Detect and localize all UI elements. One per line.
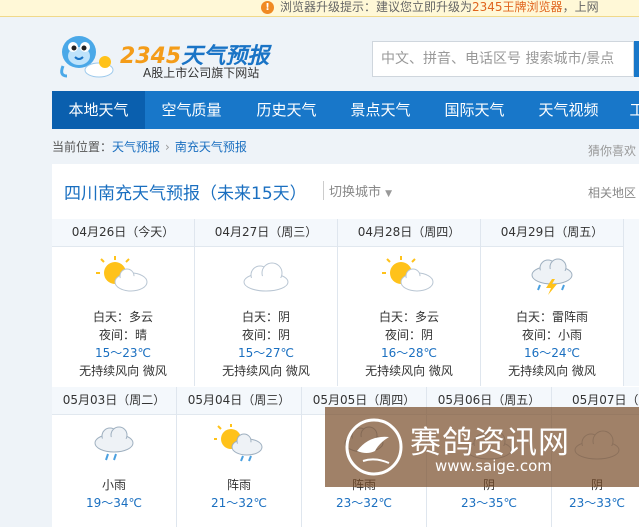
forecast-condition: 小雨	[101, 478, 126, 492]
main-nav: 本地天气 空气质量 历史天气 景点天气 国际天气 天气视频 工	[52, 91, 639, 129]
forecast-night-condition: 夜间：阴	[241, 328, 290, 342]
sun-cloud-icon	[96, 256, 148, 292]
tab-air-quality[interactable]: 空气质量	[145, 91, 238, 129]
forecast-night-condition: 夜间：晴	[98, 328, 147, 342]
page-title: 四川南充天气预报（未来15天）	[64, 184, 307, 204]
forecast-night-condition: 夜间：阴	[384, 328, 433, 342]
forecast-day-card[interactable]: 04月29日（周五） 白天：雷阵雨 夜间：小雨 16～24℃ 无持续风向 微风	[481, 219, 624, 386]
notice-text: 浏览器升级提示：建议您立即升级为2345王牌浏览器，上网	[280, 0, 599, 14]
forecast-date: 05月03日（周二）	[52, 387, 176, 415]
warning-icon: !	[261, 1, 274, 14]
forecast-day-card[interactable]: 05月04日（周三） 阵雨 21～32℃	[177, 387, 302, 527]
tab-weather-video[interactable]: 天气视频	[522, 91, 615, 129]
browser-upgrade-link[interactable]: 2345王牌浏览器	[472, 0, 563, 14]
breadcrumb: 当前位置：天气预报 › 南充天气预报	[52, 140, 247, 154]
recommend-label[interactable]: 猜你喜欢	[588, 142, 636, 159]
tab-scenic-weather[interactable]: 景点天气	[334, 91, 427, 129]
forecast-date: 04月28日（周四）	[338, 219, 480, 247]
forecast-day-card[interactable]: 04月27日（周三） 白天：阴 夜间：阴 15～27℃ 无持续风向 微风	[195, 219, 338, 386]
forecast-temp: 15～23℃	[94, 346, 152, 360]
browser-upgrade-notice: ! 浏览器升级提示：建议您立即升级为2345王牌浏览器，上网	[0, 0, 639, 17]
forecast-day-card[interactable]: 04月26日（今天） 白天：多云 夜间：晴 15～23℃ 无持续风向 微风	[52, 219, 195, 386]
forecast-wind: 无持续风向 微风	[222, 364, 310, 378]
forecast-date: 04月27日（周三）	[195, 219, 337, 247]
forecast-date: 04月29日（周五）	[481, 219, 623, 247]
switch-city-button[interactable]: 切换城市 ▼	[323, 181, 392, 200]
sun-rain-icon	[214, 424, 263, 462]
tab-more[interactable]: 工	[622, 91, 639, 129]
forecast-temp: 23～32℃	[335, 496, 393, 510]
forecast-day-card[interactable]: 04月28日（周四） 白天：多云 夜间：阴 16～28℃ 无持续风向 微风	[338, 219, 481, 386]
forecast-date: 04月26日（今天）	[52, 219, 194, 247]
forecast-day-condition: 白天：阴	[241, 310, 290, 324]
chevron-right-icon: ›	[165, 140, 170, 154]
forecast-temp: 23～35℃	[460, 496, 518, 510]
forecast-temp: 15～27℃	[237, 346, 295, 360]
city-search-input[interactable]: 中文、拼音、电话区号 搜索城市/景点	[372, 41, 634, 77]
forecast-wind: 无持续风向 微风	[508, 364, 596, 378]
forecast-wind: 无持续风向 微风	[365, 364, 453, 378]
forecast-day-condition: 白天：多云	[378, 310, 439, 324]
forecast-temp: 19～34℃	[85, 496, 143, 510]
sun-cloud-icon	[382, 256, 434, 292]
forecast-date: 05月04日（周三）	[177, 387, 301, 415]
tab-local-weather[interactable]: 本地天气	[52, 91, 145, 129]
forecast-day-condition: 白天：多云	[92, 310, 153, 324]
forecast-night-condition: 夜间：小雨	[521, 328, 582, 342]
forecast-temp: 16～24℃	[523, 346, 581, 360]
cloud-icon	[243, 262, 289, 292]
forecast-condition: 阵雨	[226, 478, 251, 492]
related-areas-link[interactable]: 相关地区	[588, 184, 636, 201]
forecast-day-condition: 白天：雷阵雨	[515, 310, 588, 324]
logo-bird-icon[interactable]	[55, 32, 115, 80]
forecast-day-card-partial[interactable]	[624, 219, 639, 386]
thunder-rain-icon	[531, 258, 573, 295]
rain-icon	[94, 426, 134, 461]
tab-history-weather[interactable]: 历史天气	[240, 91, 333, 129]
watermark-text: 赛鸽资讯网	[410, 425, 570, 461]
watermark-overlay: 赛鸽资讯网 www.saige.com	[325, 407, 639, 487]
chevron-down-icon: ▼	[385, 189, 393, 199]
forecast-temp: 23～33℃	[568, 496, 626, 510]
forecast-temp: 21～32℃	[210, 496, 268, 510]
forecast-temp: 16～28℃	[380, 346, 438, 360]
site-logo-subtitle: A股上市公司旗下网站	[143, 66, 260, 80]
search-button[interactable]	[634, 41, 639, 77]
breadcrumb-current-link[interactable]: 南充天气预报	[175, 140, 247, 154]
watermark-url: www.saige.com	[435, 457, 552, 475]
pigeon-logo-icon	[345, 418, 403, 476]
breadcrumb-home-link[interactable]: 天气预报	[112, 140, 160, 154]
forecast-wind: 无持续风向 微风	[79, 364, 167, 378]
forecast-day-card[interactable]: 05月03日（周二） 小雨 19～34℃	[52, 387, 177, 527]
tab-international-weather[interactable]: 国际天气	[428, 91, 521, 129]
